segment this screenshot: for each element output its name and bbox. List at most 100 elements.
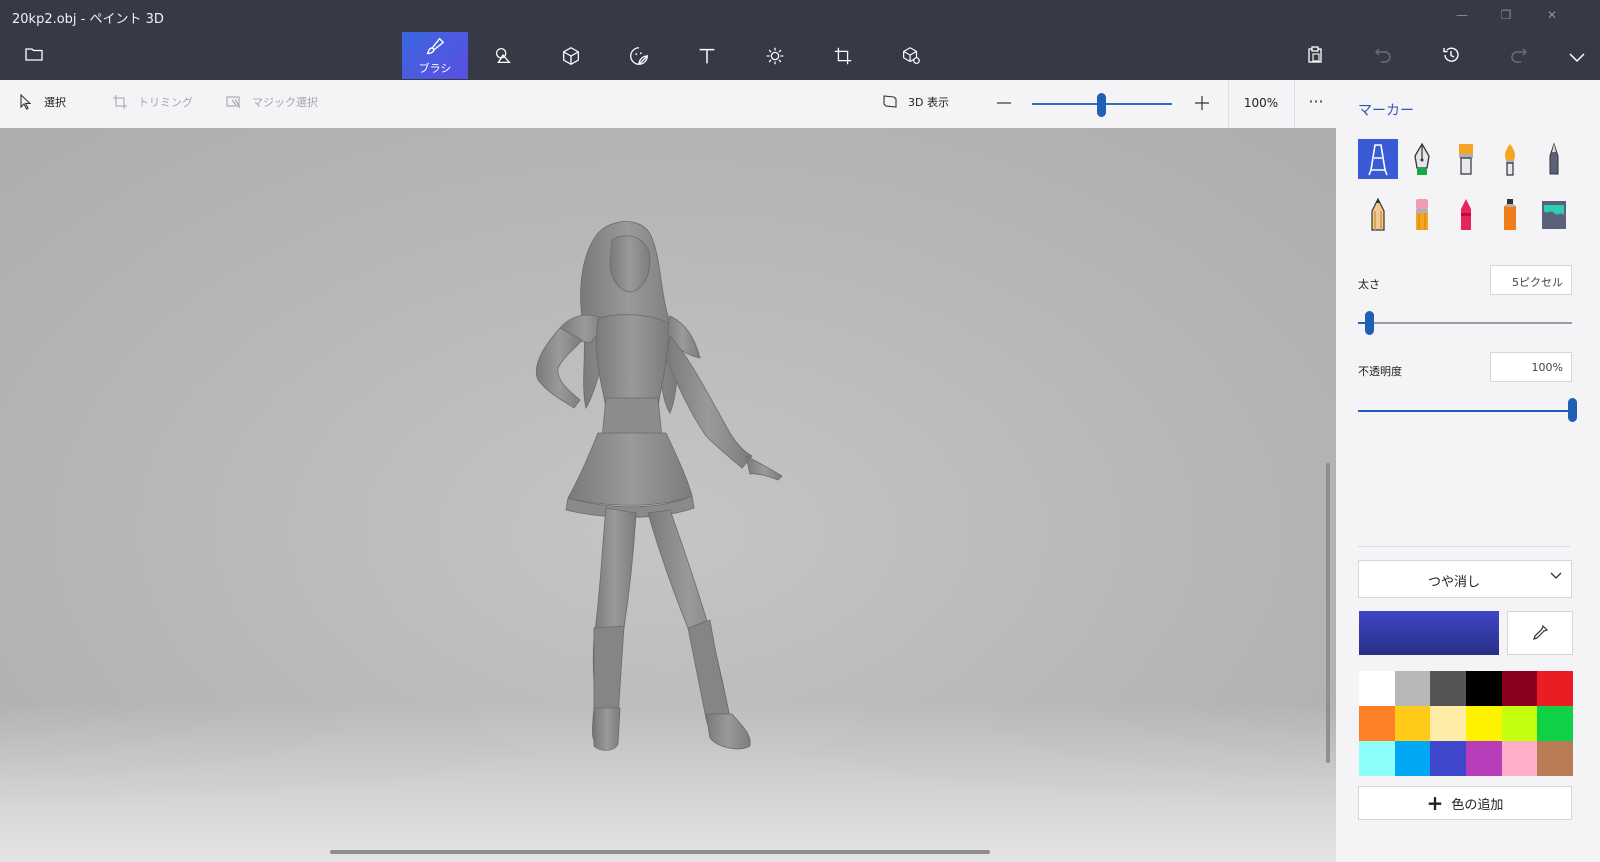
2d-shapes-icon (495, 47, 511, 63)
zoom-separator-right (1294, 80, 1295, 128)
zoom-value[interactable]: 100% (1228, 96, 1294, 110)
panel-divider (1358, 546, 1570, 547)
magic-select-button[interactable]: マジック選択 (226, 94, 318, 110)
tool-2d-shapes[interactable] (470, 32, 536, 79)
zoom-in-button[interactable] (1194, 95, 1212, 113)
watercolor-icon (1505, 144, 1515, 176)
palette-color-4[interactable] (1501, 671, 1538, 706)
opacity-slider-thumb[interactable] (1568, 398, 1577, 422)
palette-color-5[interactable] (1537, 671, 1573, 706)
canvas-crop-icon (834, 47, 852, 64)
brush-pixel-pen[interactable] (1534, 139, 1574, 179)
horizontal-scrollbar[interactable] (330, 850, 990, 854)
palette-color-2[interactable] (1430, 671, 1466, 706)
spray-can-icon (1504, 199, 1516, 230)
magic-select-icon (226, 96, 241, 109)
palette-color-12[interactable] (1359, 741, 1395, 776)
tool-stickers[interactable] (606, 32, 672, 79)
brush-crayon[interactable] (1446, 194, 1486, 234)
canvas-3d-viewport[interactable] (0, 128, 1336, 862)
brush-marker[interactable] (1358, 139, 1398, 179)
history-icon[interactable] (1442, 46, 1460, 68)
sticker-icon (630, 46, 648, 65)
brush-oil[interactable] (1446, 139, 1486, 179)
pixel-pen-icon (1549, 142, 1559, 175)
view-3d-button[interactable]: 3D 表示 (882, 94, 949, 110)
add-color-label: 色の追加 (1451, 797, 1504, 813)
tool-canvas[interactable] (810, 32, 876, 79)
chevron-down-icon (1550, 572, 1562, 579)
thickness-slider-thumb[interactable] (1365, 311, 1374, 335)
tool-3d-shapes[interactable] (538, 32, 604, 79)
eraser-icon (1416, 199, 1428, 230)
select-button[interactable]: 選択 (18, 94, 66, 110)
eyedropper-icon (1533, 624, 1549, 640)
palette-color-14[interactable] (1430, 741, 1466, 776)
palette-color-8[interactable] (1430, 706, 1466, 741)
palette-color-9[interactable] (1466, 706, 1502, 741)
palette-color-6[interactable] (1359, 706, 1395, 741)
current-color-swatch[interactable] (1359, 611, 1499, 655)
tool-effects[interactable] (742, 32, 808, 79)
3d-cube-icon (563, 46, 579, 65)
add-color-button[interactable]: + 色の追加 (1358, 786, 1572, 820)
thickness-input[interactable]: 5ピクセル (1490, 265, 1572, 295)
restore-icon[interactable]: ❐ (1494, 6, 1518, 24)
brush-watercolor[interactable] (1490, 139, 1530, 179)
view-3d-icon (883, 95, 897, 108)
effects-sun-icon (766, 47, 784, 64)
cursor-select-icon (20, 94, 32, 110)
tool-brushes[interactable]: ブラシ (402, 32, 468, 79)
palette-color-16[interactable] (1501, 741, 1538, 776)
color-palette (1359, 671, 1573, 776)
finish-dropdown[interactable]: つや消し (1358, 560, 1572, 598)
palette-color-0[interactable] (1359, 671, 1395, 706)
palette-color-7[interactable] (1394, 706, 1431, 741)
vertical-scrollbar[interactable] (1326, 463, 1330, 763)
text-icon (699, 48, 715, 63)
more-options-button[interactable]: ··· (1300, 92, 1332, 111)
menu-folder-icon[interactable] (25, 46, 43, 62)
3d-library-icon (903, 46, 920, 64)
finish-dropdown-value: つや消し (1427, 575, 1480, 590)
palette-color-15[interactable] (1466, 741, 1502, 776)
palette-color-3[interactable] (1466, 671, 1502, 706)
close-icon[interactable]: ✕ (1540, 6, 1564, 24)
paste-icon[interactable] (1306, 46, 1324, 68)
crop-button[interactable]: トリミング (112, 94, 193, 110)
panel-title: マーカー (1358, 103, 1414, 119)
chevron-down-icon[interactable] (1568, 48, 1586, 67)
palette-color-10[interactable] (1501, 706, 1538, 741)
opacity-slider-track[interactable] (1358, 410, 1572, 412)
oil-brush-icon (1459, 144, 1473, 175)
tool-text[interactable] (674, 32, 740, 79)
crayon-icon (1461, 199, 1471, 230)
palette-color-17[interactable] (1537, 741, 1573, 776)
thickness-label: 太さ (1358, 278, 1380, 291)
brush-spray-can[interactable] (1490, 194, 1530, 234)
brush-pencil[interactable] (1358, 194, 1398, 234)
pencil-icon (1371, 197, 1385, 231)
opacity-label: 不透明度 (1358, 365, 1402, 378)
palette-color-11[interactable] (1537, 706, 1573, 741)
brush-eraser[interactable] (1402, 194, 1442, 234)
select-label: 選択 (44, 96, 66, 109)
crop-label: トリミング (138, 96, 193, 109)
zoom-out-button[interactable] (996, 95, 1014, 113)
tool-3d-library[interactable] (878, 32, 944, 79)
marker-icon (1368, 144, 1388, 176)
palette-color-13[interactable] (1394, 741, 1431, 776)
brush-panel: マーカー 太さ 5ピクセル 不透明度 100% つや消し + 色の追加 (1336, 80, 1600, 862)
brush-fill[interactable] (1534, 194, 1574, 234)
3d-model-figure[interactable] (520, 218, 820, 758)
brush-calligraphy-pen[interactable] (1402, 139, 1442, 179)
palette-color-1[interactable] (1394, 671, 1431, 706)
eyedropper-button[interactable] (1507, 611, 1573, 655)
zoom-slider-thumb[interactable] (1097, 93, 1106, 117)
redo-icon[interactable] (1510, 46, 1528, 68)
minimize-icon[interactable]: — (1450, 6, 1474, 24)
thickness-slider-track[interactable] (1368, 322, 1572, 324)
opacity-input[interactable]: 100% (1490, 352, 1572, 382)
fill-bucket-icon (1542, 201, 1566, 229)
undo-icon[interactable] (1374, 46, 1392, 68)
